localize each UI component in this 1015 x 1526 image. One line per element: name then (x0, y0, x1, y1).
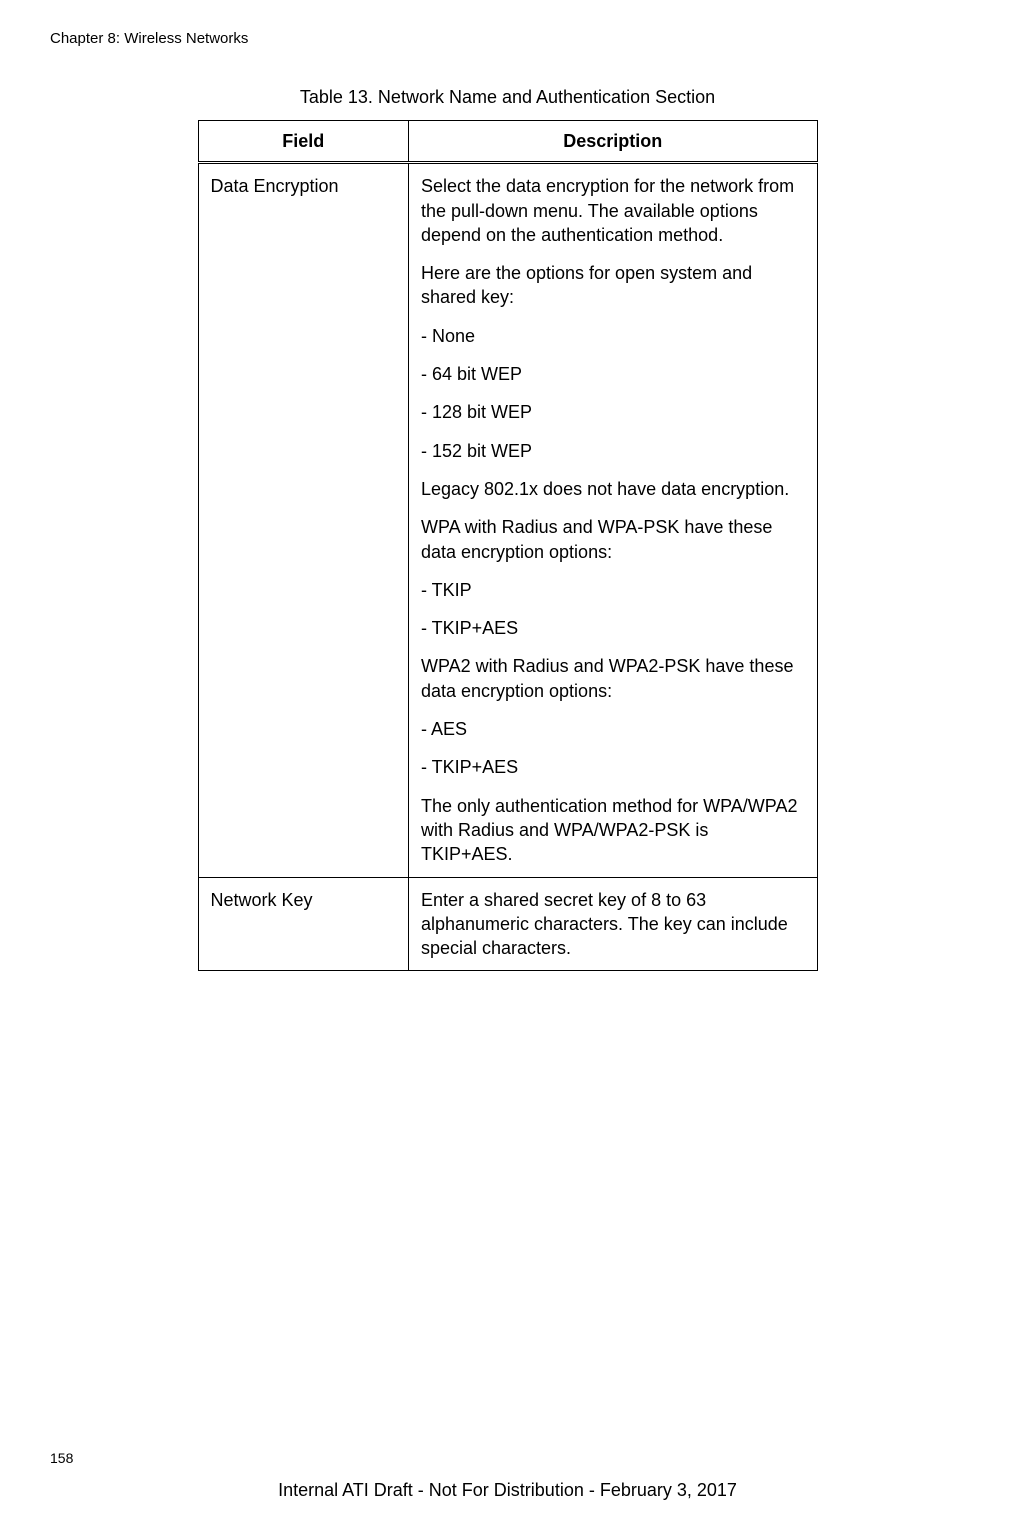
desc-paragraph: Here are the options for open system and… (421, 261, 805, 310)
desc-paragraph: Enter a shared secret key of 8 to 63 alp… (421, 888, 805, 961)
page-number: 158 (50, 1450, 73, 1466)
desc-paragraph: - None (421, 324, 805, 348)
desc-paragraph: - AES (421, 717, 805, 741)
desc-paragraph: - TKIP (421, 578, 805, 602)
column-header-description: Description (408, 121, 817, 163)
field-cell: Network Key (198, 877, 408, 971)
desc-paragraph: - TKIP+AES (421, 616, 805, 640)
desc-paragraph: - TKIP+AES (421, 755, 805, 779)
desc-paragraph: - 128 bit WEP (421, 400, 805, 424)
footer-text: Internal ATI Draft - Not For Distributio… (0, 1480, 1015, 1501)
desc-paragraph: Select the data encryption for the netwo… (421, 174, 805, 247)
table-title: Table 13. Network Name and Authenticatio… (198, 87, 818, 108)
desc-paragraph: WPA2 with Radius and WPA2-PSK have these… (421, 654, 805, 703)
desc-paragraph: - 152 bit WEP (421, 439, 805, 463)
main-content: Table 13. Network Name and Authenticatio… (198, 87, 818, 971)
desc-paragraph: The only authentication method for WPA/W… (421, 794, 805, 867)
data-table: Field Description Data Encryption Select… (198, 120, 818, 971)
desc-paragraph: Legacy 802.1x does not have data encrypt… (421, 477, 805, 501)
table-row: Network Key Enter a shared secret key of… (198, 877, 817, 971)
table-row: Data Encryption Select the data encrypti… (198, 163, 817, 877)
description-cell: Select the data encryption for the netwo… (408, 163, 817, 877)
field-cell: Data Encryption (198, 163, 408, 877)
desc-paragraph: WPA with Radius and WPA-PSK have these d… (421, 515, 805, 564)
column-header-field: Field (198, 121, 408, 163)
desc-paragraph: - 64 bit WEP (421, 362, 805, 386)
description-cell: Enter a shared secret key of 8 to 63 alp… (408, 877, 817, 971)
chapter-header: Chapter 8: Wireless Networks (0, 0, 1015, 47)
